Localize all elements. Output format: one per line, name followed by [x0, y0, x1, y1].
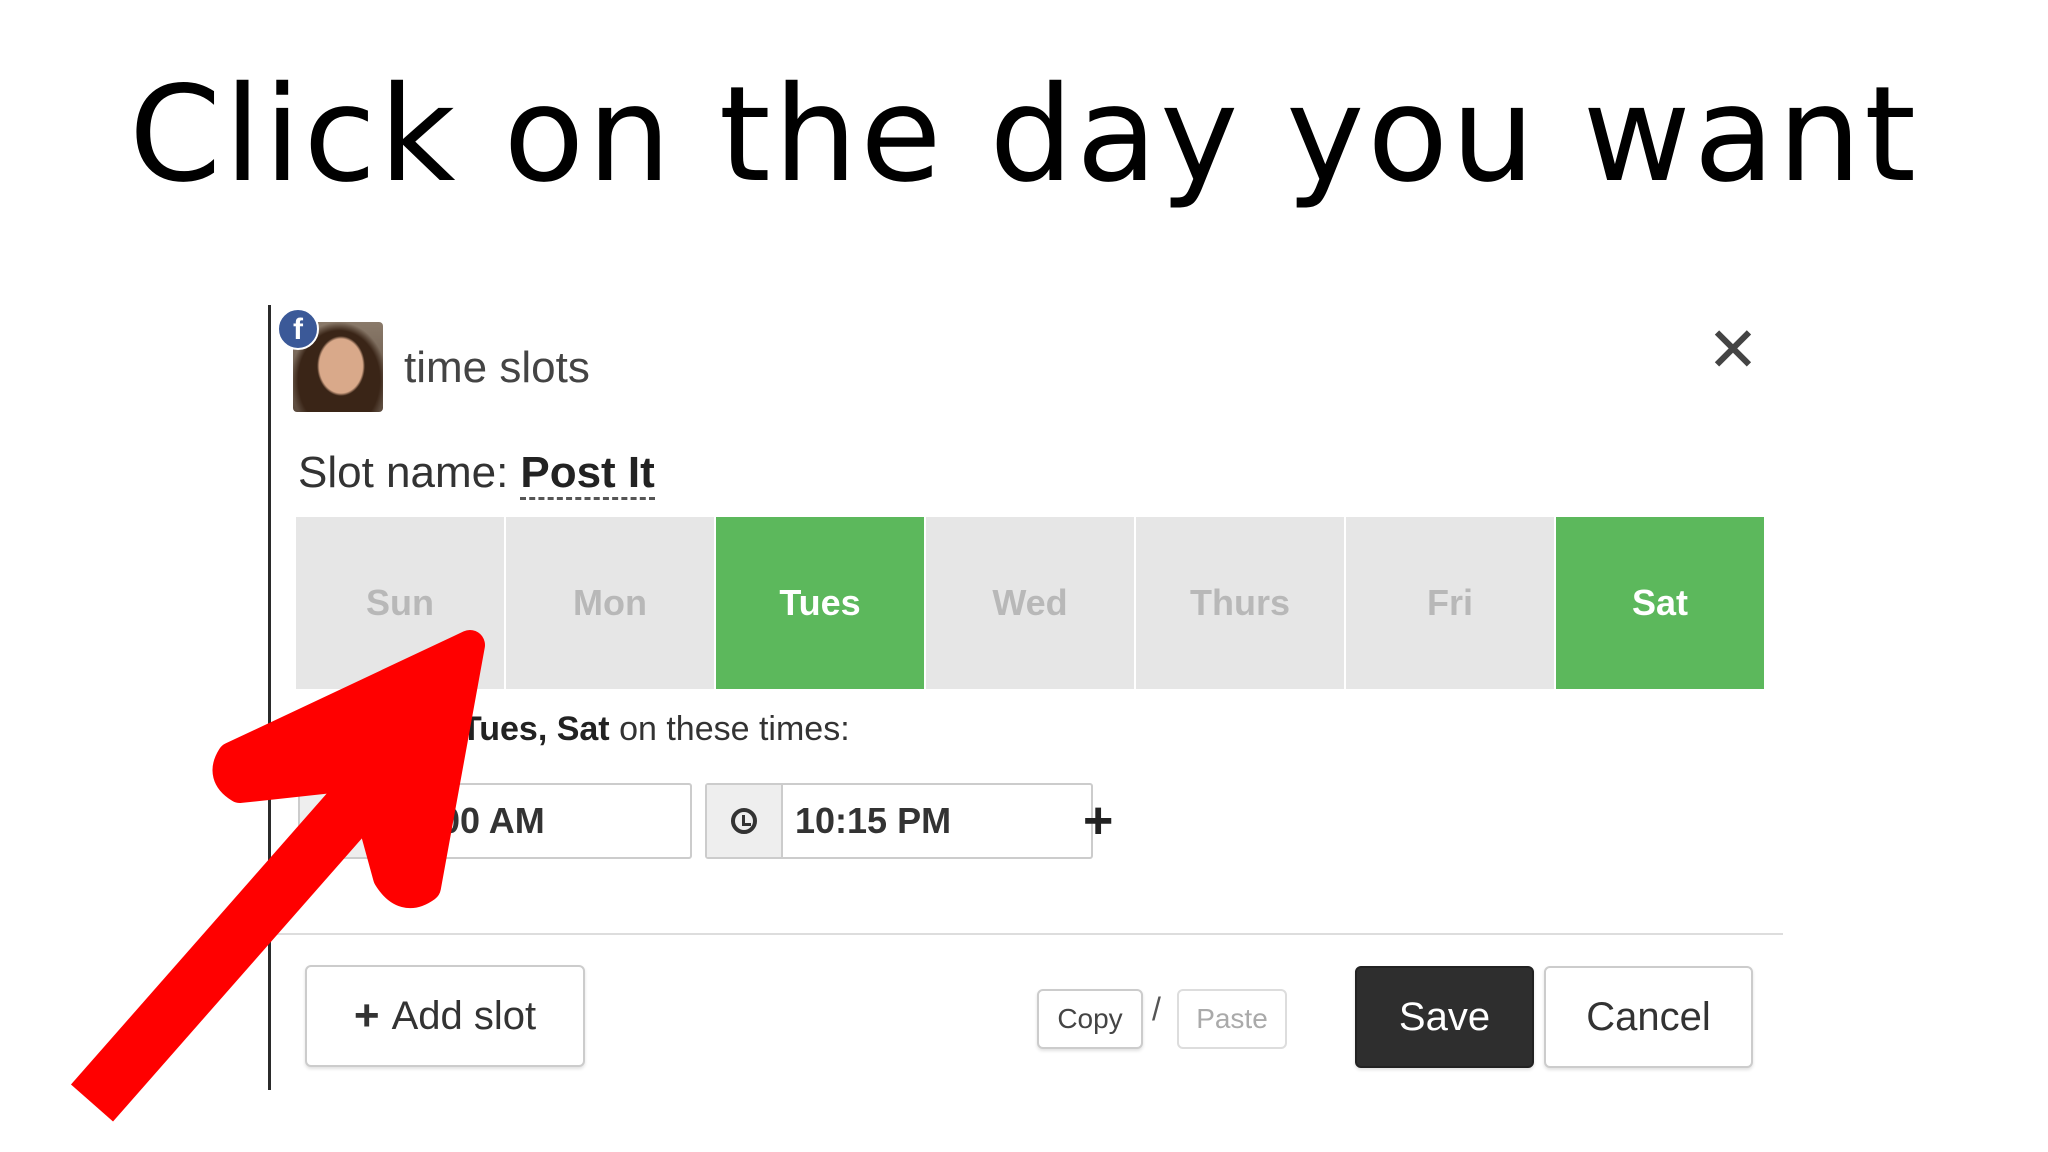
repeat-suffix: on these times: — [619, 710, 850, 748]
paste-button[interactable]: Paste — [1177, 989, 1287, 1049]
slot-name-value[interactable]: Post It — [520, 448, 655, 500]
day-fri[interactable]: Fri — [1346, 517, 1554, 689]
slot-name-row: Slot name: Post It — [298, 448, 655, 500]
plus-icon[interactable]: + — [1083, 795, 1113, 847]
clock-icon — [300, 785, 376, 857]
clock-icon — [707, 785, 783, 857]
repeat-summary: Tues, Sat on these times: — [461, 710, 850, 749]
add-slot-label: Add slot — [391, 993, 537, 1038]
slot-name-label: Slot name: — [298, 448, 509, 497]
cancel-button[interactable]: Cancel — [1544, 966, 1753, 1068]
instruction-heading: Click on the day you want — [129, 58, 1919, 212]
day-sat[interactable]: Sat — [1556, 517, 1764, 689]
time-input-start[interactable]: 10:00 AM — [298, 783, 692, 859]
plus-icon: + — [353, 991, 380, 1040]
day-sun[interactable]: Sun — [296, 517, 504, 689]
facebook-icon: f — [277, 308, 319, 350]
copy-paste-separator: / — [1152, 991, 1161, 1027]
dialog-title: time slots — [404, 343, 590, 392]
time-input-end[interactable]: 10:15 PM — [705, 783, 1093, 859]
close-icon[interactable]: ✕ — [1707, 319, 1759, 381]
time-slots-dialog: f time slots ✕ Slot name: Post It Sun Mon… — [268, 305, 1783, 1090]
day-thurs[interactable]: Thurs — [1136, 517, 1344, 689]
day-wed[interactable]: Wed — [926, 517, 1134, 689]
day-mon[interactable]: Mon — [506, 517, 714, 689]
copy-button[interactable]: Copy — [1037, 989, 1143, 1049]
time-value-end[interactable]: 10:15 PM — [783, 785, 951, 857]
selected-days-text: Tues, Sat — [461, 710, 610, 748]
time-value-start[interactable]: 10:00 AM — [376, 785, 545, 857]
save-button[interactable]: Save — [1355, 966, 1534, 1068]
add-slot-button[interactable]: + Add slot — [305, 965, 585, 1067]
divider — [271, 933, 1783, 935]
day-selector: Sun Mon Tues Wed Thurs Fri Sat — [296, 517, 1764, 689]
day-tues[interactable]: Tues — [716, 517, 924, 689]
